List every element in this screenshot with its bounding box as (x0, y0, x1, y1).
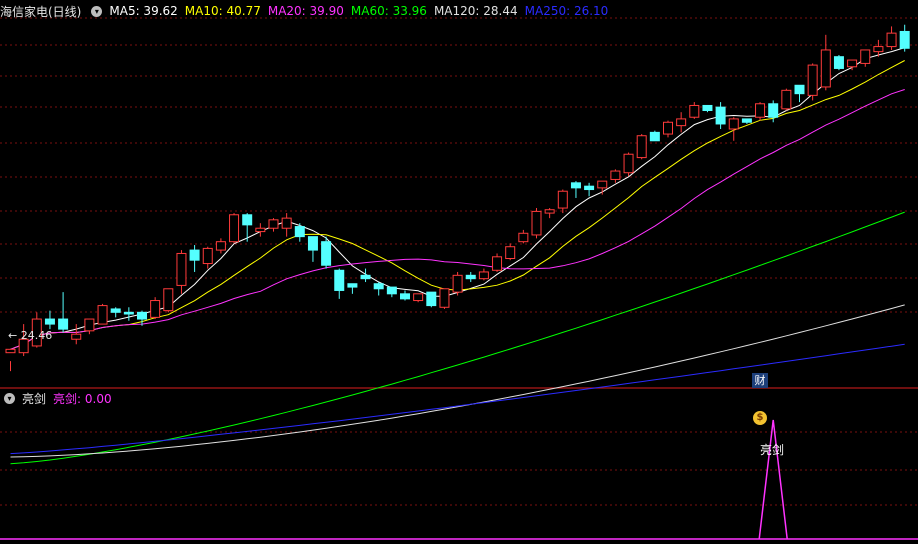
indicator-value: 亮剑: 0.00 (53, 391, 112, 406)
signal-peak (758, 419, 788, 540)
candle-up (478, 271, 489, 280)
candle-down (58, 318, 69, 330)
candle-up (544, 209, 555, 214)
candle-up (150, 300, 161, 318)
ma5-line (10, 47, 905, 350)
candle-up (728, 118, 739, 130)
candle-down (426, 291, 437, 307)
candle-down (386, 286, 397, 295)
candle-down (794, 84, 805, 95)
candle-up (781, 89, 792, 110)
candle-up (676, 118, 687, 127)
candle-down (584, 185, 595, 191)
price-low-value: 24.46 (20, 329, 53, 342)
indicator-dropdown-icon[interactable]: ▾ (4, 392, 15, 404)
ma250-legend: MA250: 26.10 (524, 4, 609, 18)
signal-label: 亮剑 (760, 443, 785, 457)
candle-up (505, 246, 516, 260)
candle-down (360, 274, 371, 280)
candle-up (663, 121, 673, 135)
candle-down (741, 118, 752, 123)
candle-down (768, 103, 779, 118)
ma20-line (10, 89, 905, 350)
candle-up (820, 49, 831, 88)
indicator-header: ▾ 亮剑 亮剑: 0.00 (0, 390, 119, 406)
candle-down (899, 30, 910, 49)
candle-up (202, 247, 213, 265)
candle-down (307, 236, 318, 251)
candle-down (242, 214, 253, 226)
ma60-legend: MA60: 33.96 (350, 4, 427, 18)
candle-up (623, 153, 634, 174)
candle-up (176, 252, 187, 286)
candle-down (137, 311, 147, 320)
candle-up (97, 305, 108, 325)
candle-down (189, 249, 200, 261)
candle-up (636, 135, 647, 159)
candle-down (649, 131, 660, 142)
event-marker-cai[interactable]: 财 (752, 373, 768, 388)
candle-up (281, 217, 292, 229)
candle-down (347, 283, 358, 288)
candle-up (886, 32, 897, 48)
candle-up (597, 180, 608, 189)
candle-down (715, 106, 726, 125)
candle-up (807, 64, 818, 96)
candle-up (71, 333, 82, 340)
candle-down (110, 308, 121, 313)
ma20-legend: MA20: 39.90 (267, 4, 344, 18)
candle-down (123, 311, 134, 315)
price-low-label: ← 24.46 (8, 329, 53, 342)
candle-up (860, 49, 871, 64)
ma5-legend: MA5: 39.62 (109, 4, 178, 18)
candle-up (518, 232, 529, 243)
candle-down (570, 182, 581, 189)
candle-up (847, 59, 858, 68)
candle-down (702, 104, 713, 111)
settings-dropdown-icon[interactable]: ▾ (91, 5, 103, 17)
candle-up (163, 288, 174, 312)
ma60-line (10, 211, 905, 465)
indicator-title: 亮剑 (22, 391, 47, 406)
candle-up (492, 256, 503, 271)
candle-up (557, 190, 568, 209)
candle-up (755, 103, 766, 118)
candle-down (833, 56, 844, 69)
kline-chart[interactable] (0, 0, 918, 544)
candle-up (610, 170, 621, 180)
candle-down (373, 283, 384, 290)
candle-up (531, 210, 542, 236)
candle-up (215, 241, 226, 251)
candle-up (452, 274, 463, 293)
ma120-line (10, 304, 905, 458)
candle-up (413, 293, 424, 302)
candle-up (268, 219, 279, 229)
candle-down (334, 269, 345, 291)
candle-down (44, 318, 55, 325)
candle-up (229, 214, 240, 243)
candle-up (84, 318, 95, 332)
candle-down (294, 226, 305, 238)
money-bag-icon: $ (753, 411, 767, 425)
ma10-legend: MA10: 40.77 (184, 4, 261, 18)
stock-title: 海信家电(日线) (0, 4, 82, 19)
candle-down (321, 241, 332, 266)
candle-up (439, 288, 450, 308)
candle-up (689, 104, 700, 118)
candle-up (255, 227, 266, 233)
candle-up (873, 46, 884, 53)
candle-down (400, 293, 410, 300)
main-chart-header: 海信家电(日线) ▾ MA5: 39.62 MA10: 40.77 MA20: … (0, 3, 615, 19)
ma120-legend: MA120: 28.44 (433, 4, 518, 18)
candle-down (465, 274, 476, 280)
candle-up (5, 348, 16, 354)
